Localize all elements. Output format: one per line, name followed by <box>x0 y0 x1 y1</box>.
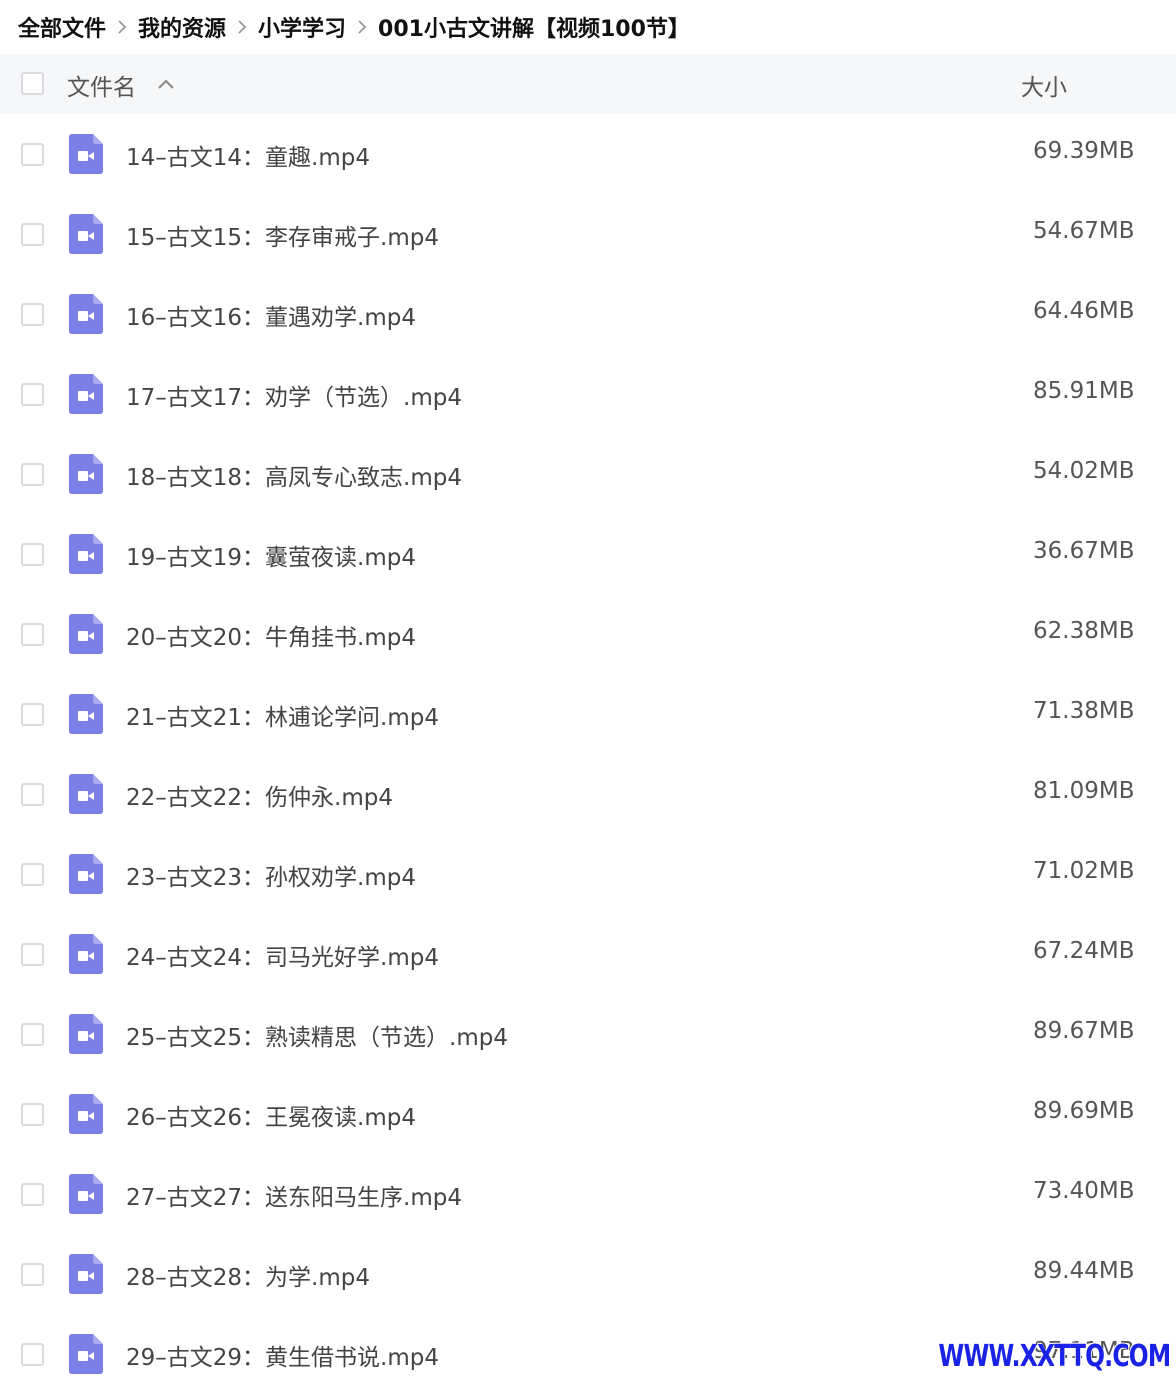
video-file-icon <box>69 1094 103 1134</box>
file-name[interactable]: 29–古文29：黄生借书说.mp4 <box>126 1338 439 1372</box>
row-checkbox[interactable] <box>21 383 44 406</box>
breadcrumb-primary-study[interactable]: 小学学习 <box>258 11 346 43</box>
file-name[interactable]: 27–古文27：送东阳马生序.mp4 <box>126 1178 462 1212</box>
breadcrumb: 全部文件 我的资源 小学学习 001小古文讲解【视频100节】 <box>0 0 1176 54</box>
video-file-icon <box>69 374 103 414</box>
video-file-icon <box>69 454 103 494</box>
breadcrumb-all-files[interactable]: 全部文件 <box>18 11 106 43</box>
video-file-icon <box>69 774 103 814</box>
file-name[interactable]: 14–古文14：童趣.mp4 <box>126 138 370 172</box>
chevron-right-icon <box>230 15 254 39</box>
file-size: 89.67MB <box>1033 1018 1135 1044</box>
video-file-icon <box>69 1014 103 1054</box>
file-size: 54.02MB <box>1033 458 1135 484</box>
row-checkbox[interactable] <box>21 1103 44 1126</box>
file-row[interactable]: 22–古文22：伤仲永.mp4 81.09MB <box>0 754 1176 834</box>
file-name[interactable]: 21–古文21：林逋论学问.mp4 <box>126 698 439 732</box>
row-checkbox[interactable] <box>21 143 44 166</box>
file-size: 64.46MB <box>1033 298 1135 324</box>
row-checkbox[interactable] <box>21 463 44 486</box>
file-size: 69.39MB <box>1033 138 1135 164</box>
file-browser: 全部文件 我的资源 小学学习 001小古文讲解【视频100节】 文件名 大小 1… <box>0 0 1176 1378</box>
file-name[interactable]: 26–古文26：王冕夜读.mp4 <box>126 1098 416 1132</box>
file-row[interactable]: 25–古文25：熟读精思（节选）.mp4 89.67MB <box>0 994 1176 1074</box>
file-row[interactable]: 26–古文26：王冕夜读.mp4 89.69MB <box>0 1074 1176 1154</box>
file-name[interactable]: 23–古文23：孙权劝学.mp4 <box>126 858 416 892</box>
video-file-icon <box>69 214 103 254</box>
file-size: 85.91MB <box>1033 378 1135 404</box>
file-name[interactable]: 17–古文17：劝学（节选）.mp4 <box>126 378 462 412</box>
video-file-icon <box>69 1254 103 1294</box>
file-row[interactable]: 24–古文24：司马光好学.mp4 67.24MB <box>0 914 1176 994</box>
video-file-icon <box>69 134 103 174</box>
file-name[interactable]: 16–古文16：董遇劝学.mp4 <box>126 298 416 332</box>
file-size: 62.38MB <box>1033 618 1135 644</box>
file-list: 14–古文14：童趣.mp4 69.39MB 15–古文15：李存审戒子.mp4 54… <box>0 114 1176 1378</box>
file-row[interactable]: 14–古文14：童趣.mp4 69.39MB <box>0 114 1176 194</box>
row-checkbox[interactable] <box>21 1263 44 1286</box>
file-name[interactable]: 22–古文22：伤仲永.mp4 <box>126 778 393 812</box>
video-file-icon <box>69 614 103 654</box>
row-checkbox[interactable] <box>21 703 44 726</box>
file-size: 89.44MB <box>1033 1258 1135 1284</box>
file-name[interactable]: 19–古文19：囊萤夜读.mp4 <box>126 538 416 572</box>
select-all-checkbox[interactable] <box>21 72 44 95</box>
video-file-icon <box>69 1334 103 1374</box>
row-checkbox[interactable] <box>21 223 44 246</box>
file-name[interactable]: 24–古文24：司马光好学.mp4 <box>126 938 439 972</box>
row-checkbox[interactable] <box>21 943 44 966</box>
file-row[interactable]: 17–古文17：劝学（节选）.mp4 85.91MB <box>0 354 1176 434</box>
file-row[interactable]: 27–古文27：送东阳马生序.mp4 73.40MB <box>0 1154 1176 1234</box>
row-checkbox[interactable] <box>21 303 44 326</box>
row-checkbox[interactable] <box>21 543 44 566</box>
row-checkbox[interactable] <box>21 863 44 886</box>
column-header-name-label: 文件名 <box>67 75 136 101</box>
file-name[interactable]: 25–古文25：熟读精思（节选）.mp4 <box>126 1018 508 1052</box>
file-row[interactable]: 19–古文19：囊萤夜读.mp4 36.67MB <box>0 514 1176 594</box>
watermark: WWW.XXTTQ.COM <box>938 1339 1171 1374</box>
file-row[interactable]: 21–古文21：林逋论学问.mp4 71.38MB <box>0 674 1176 754</box>
file-row[interactable]: 18–古文18：高凤专心致志.mp4 54.02MB <box>0 434 1176 514</box>
file-size: 36.67MB <box>1033 538 1135 564</box>
file-name[interactable]: 28–古文28：为学.mp4 <box>126 1258 370 1292</box>
file-row[interactable]: 16–古文16：董遇劝学.mp4 64.46MB <box>0 274 1176 354</box>
file-list-header: 文件名 大小 <box>0 54 1176 114</box>
column-header-size[interactable]: 大小 <box>1021 68 1067 102</box>
chevron-up-icon[interactable] <box>156 75 176 95</box>
file-size: 67.24MB <box>1033 938 1135 964</box>
chevron-right-icon <box>110 15 134 39</box>
file-size: 71.38MB <box>1033 698 1135 724</box>
row-checkbox[interactable] <box>21 1183 44 1206</box>
file-name[interactable]: 15–古文15：李存审戒子.mp4 <box>126 218 439 252</box>
row-checkbox[interactable] <box>21 1343 44 1366</box>
breadcrumb-current-folder[interactable]: 001小古文讲解【视频100节】 <box>378 11 690 43</box>
file-name[interactable]: 18–古文18：高凤专心致志.mp4 <box>126 458 462 492</box>
file-row[interactable]: 28–古文28：为学.mp4 89.44MB <box>0 1234 1176 1314</box>
video-file-icon <box>69 934 103 974</box>
video-file-icon <box>69 534 103 574</box>
video-file-icon <box>69 294 103 334</box>
file-row[interactable]: 15–古文15：李存审戒子.mp4 54.67MB <box>0 194 1176 274</box>
column-header-name[interactable]: 文件名 <box>67 68 176 102</box>
video-file-icon <box>69 1174 103 1214</box>
video-file-icon <box>69 694 103 734</box>
chevron-right-icon <box>350 15 374 39</box>
video-file-icon <box>69 854 103 894</box>
file-size: 73.40MB <box>1033 1178 1135 1204</box>
file-size: 81.09MB <box>1033 778 1135 804</box>
file-row[interactable]: 20–古文20：牛角挂书.mp4 62.38MB <box>0 594 1176 674</box>
row-checkbox[interactable] <box>21 1023 44 1046</box>
file-name[interactable]: 20–古文20：牛角挂书.mp4 <box>126 618 416 652</box>
file-size: 89.69MB <box>1033 1098 1135 1124</box>
file-size: 71.02MB <box>1033 858 1135 884</box>
breadcrumb-my-resources[interactable]: 我的资源 <box>138 11 226 43</box>
file-size: 54.67MB <box>1033 218 1135 244</box>
file-row[interactable]: 23–古文23：孙权劝学.mp4 71.02MB <box>0 834 1176 914</box>
row-checkbox[interactable] <box>21 623 44 646</box>
row-checkbox[interactable] <box>21 783 44 806</box>
